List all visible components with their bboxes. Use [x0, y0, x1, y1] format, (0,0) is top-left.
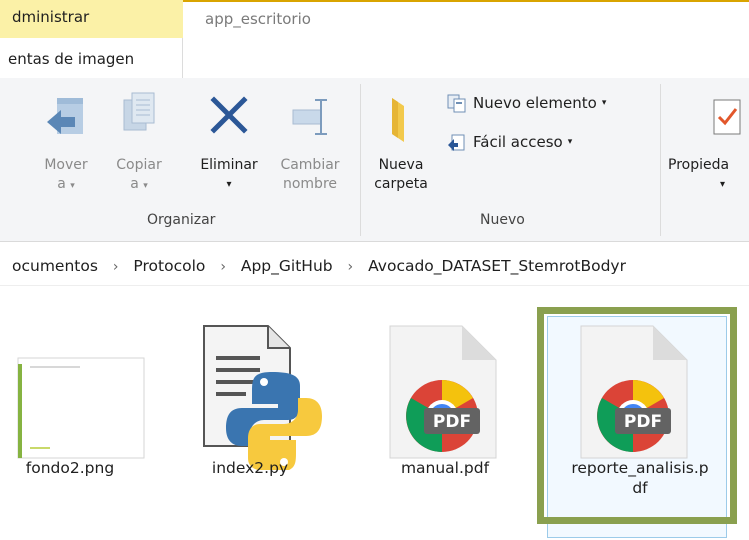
new-folder-label: Nueva: [378, 157, 424, 173]
file-item-fondo2[interactable]: fondo2.png: [0, 300, 170, 530]
rename-label: Cambiar: [280, 157, 340, 173]
chevron-right-icon[interactable]: ›: [348, 245, 354, 285]
delete-button[interactable]: Eliminar ▾: [188, 88, 270, 194]
file-name: reporte_analisis.p df: [555, 458, 725, 498]
image-thumbnail-icon: [17, 357, 145, 459]
move-to-label: Mover: [44, 157, 88, 173]
group-label-organize: Organizar: [147, 212, 216, 228]
breadcrumb-item[interactable]: Avocado_DATASET_StemrotBodyr: [368, 257, 626, 275]
new-folder-label-2: carpeta: [374, 176, 428, 192]
rename-button[interactable]: Cambiar nombre: [270, 88, 350, 194]
svg-text:PDF: PDF: [433, 412, 471, 432]
delete-dropdown-icon[interactable]: ▾: [188, 175, 270, 194]
easy-access-button[interactable]: Fácil acceso ▾: [446, 131, 572, 153]
copy-to-label-2: a ▾: [130, 176, 148, 192]
title-bar: dministrar app_escritorio: [0, 0, 749, 38]
move-to-label-2: a ▾: [57, 176, 75, 192]
python-file-icon: [203, 325, 322, 470]
new-folder-button[interactable]: Nueva carpeta: [366, 88, 436, 194]
breadcrumb: ocumentos › Protocolo › App_GitHub › Avo…: [0, 244, 749, 286]
file-name: manual.pdf: [400, 459, 490, 477]
properties-dropdown-icon[interactable]: ▾: [668, 175, 749, 194]
file-name-line: df: [632, 479, 648, 497]
new-item-dropdown-icon[interactable]: ▾: [602, 98, 607, 108]
easy-access-label: Fácil acceso: [473, 133, 563, 151]
new-item-label: Nuevo elemento: [473, 94, 597, 112]
breadcrumb-item[interactable]: Protocolo: [133, 257, 205, 275]
tab-manage-context[interactable]: dministrar: [0, 0, 183, 38]
easy-access-dropdown-icon[interactable]: ▾: [568, 137, 573, 147]
svg-text:PDF: PDF: [624, 412, 662, 432]
pdf-file-icon: PDF: [389, 325, 497, 459]
properties-check-icon: [713, 99, 741, 135]
new-item-button[interactable]: Nuevo elemento ▾: [446, 92, 606, 114]
copy-to-icon: [123, 92, 155, 131]
rename-label-2: nombre: [282, 176, 338, 192]
chevron-right-icon[interactable]: ›: [220, 245, 226, 285]
delete-x-icon: [210, 96, 248, 134]
chevron-right-icon[interactable]: ›: [113, 245, 119, 285]
new-folder-icon: [392, 98, 404, 142]
copy-to-button[interactable]: Copiar a ▾: [103, 88, 175, 196]
ribbon-separator: [660, 84, 661, 236]
file-name-line: reporte_analisis.p: [571, 459, 709, 477]
copy-to-label: Copiar: [116, 157, 162, 173]
move-to-button[interactable]: Mover a ▾: [30, 88, 102, 196]
breadcrumb-item[interactable]: App_GitHub: [241, 257, 333, 275]
move-to-icon: [47, 98, 83, 134]
ribbon-separator: [360, 84, 361, 236]
breadcrumb-item[interactable]: ocumentos: [12, 257, 98, 275]
file-item-manual[interactable]: PDF manual.pdf: [370, 300, 520, 530]
group-label-new: Nuevo: [480, 212, 525, 228]
ribbon-tab-row: entas de imagen: [0, 38, 749, 79]
rename-icon: [292, 99, 327, 135]
properties-label: Propieda: [668, 157, 730, 173]
file-name: index2.py: [211, 459, 289, 477]
pdf-file-icon: PDF: [580, 325, 688, 459]
properties-button[interactable]: Propieda ▾: [668, 88, 749, 194]
window-title: app_escritorio: [205, 10, 311, 28]
ribbon: Mover a ▾ Copiar a ▾ Eliminar ▾ Cambiar: [0, 78, 749, 242]
file-item-index2[interactable]: index2.py: [180, 300, 350, 530]
file-item-reporte-analisis[interactable]: PDF reporte_analisis.p df: [555, 300, 725, 530]
delete-label: Eliminar: [200, 157, 258, 173]
tab-image-tools[interactable]: entas de imagen: [0, 38, 183, 79]
easy-access-icon: [448, 134, 465, 151]
file-name: fondo2.png: [25, 459, 115, 477]
new-item-icon: [447, 94, 466, 113]
